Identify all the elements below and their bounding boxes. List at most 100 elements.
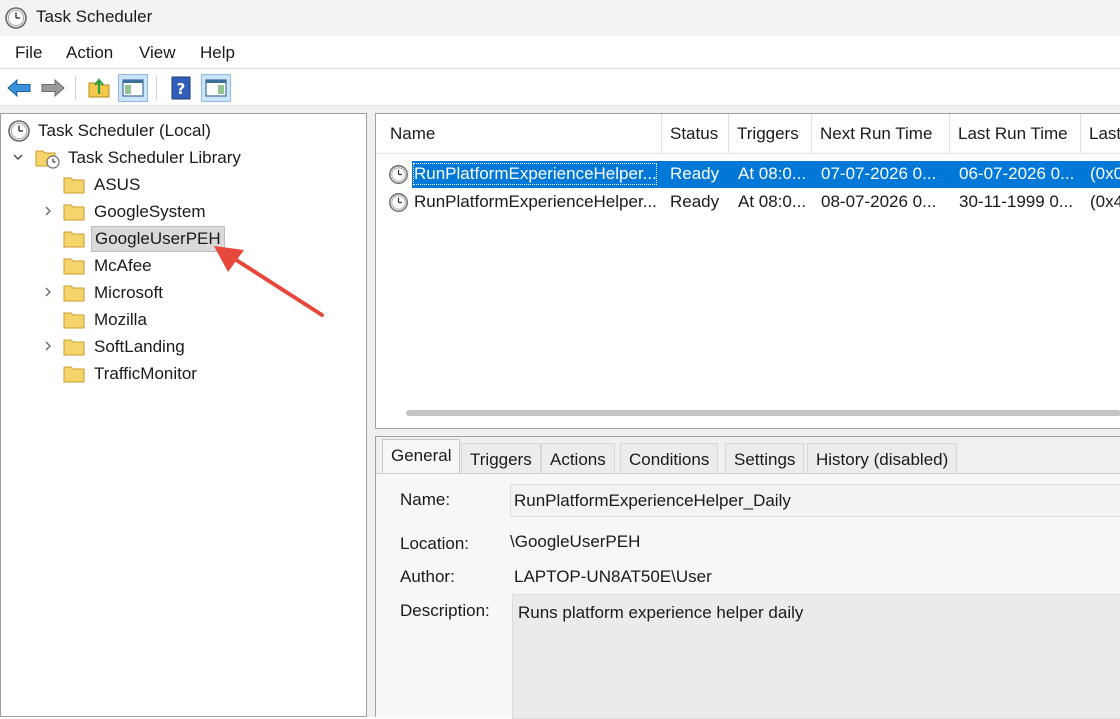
tree-item-library[interactable]: Task Scheduler Library [11, 144, 244, 171]
back-button[interactable] [4, 74, 34, 102]
tab-history[interactable]: History (disabled) [807, 443, 958, 473]
task-name-cell: RunPlatformExperienceHelper... [414, 192, 656, 211]
folder-icon [63, 285, 85, 301]
task-triggers-cell: At 08:0... [738, 164, 807, 183]
task-status-cell: Ready [670, 192, 720, 211]
general-tab-body: Name: RunPlatformExperienceHelper_Daily … [376, 473, 1120, 719]
up-folder-button[interactable] [84, 74, 114, 102]
table-row[interactable]: RunPlatformExperienceHelper... Ready At … [386, 161, 1120, 188]
column-header-next-run-time[interactable]: Next Run Time [812, 114, 950, 154]
tree-folder-mcafee[interactable]: McAfee [41, 252, 155, 279]
task-last-run-cell: 30-11-1999 0... [959, 192, 1074, 211]
column-header-last-result[interactable]: Last [1081, 114, 1120, 154]
clock-icon [5, 7, 27, 29]
task-list-header: Name Status Triggers Next Run Time Last … [376, 114, 1120, 154]
tab-triggers[interactable]: Triggers [461, 443, 541, 473]
menu-help[interactable]: Help [200, 43, 235, 63]
menu-bar: File Action View Help [0, 36, 1120, 69]
toolbar-separator [75, 76, 76, 100]
description-label: Description: [400, 601, 490, 620]
column-header-triggers[interactable]: Triggers [729, 114, 812, 154]
pane-divider[interactable] [375, 429, 1120, 436]
pane-splitter[interactable] [367, 113, 375, 717]
tree-folder-asus[interactable]: ASUS [41, 171, 143, 198]
chevron-down-icon[interactable] [11, 150, 25, 164]
task-last-result-cell: (0x4 [1090, 192, 1120, 211]
task-last-result-cell: (0x0 [1090, 164, 1120, 183]
tree-folder-label: TrafficMonitor [94, 363, 197, 383]
show-console-tree-button[interactable] [118, 74, 148, 102]
column-header-name[interactable]: Name [382, 114, 662, 154]
back-arrow-icon [7, 78, 31, 98]
task-next-run-cell: 08-07-2026 0... [821, 192, 937, 211]
author-value: LAPTOP-UN8AT50E\User [514, 567, 712, 586]
tree-folder-label: SoftLanding [94, 336, 185, 356]
tree-folder-microsoft[interactable]: Microsoft [41, 279, 166, 306]
name-label: Name: [400, 490, 451, 509]
task-list-pane: Name Status Triggers Next Run Time Last … [375, 113, 1120, 429]
clock-icon [8, 119, 30, 142]
tree-folder-googleuserpeh[interactable]: GoogleUserPEH [41, 225, 225, 252]
task-clock-icon [389, 193, 408, 212]
chevron-right-icon[interactable] [41, 285, 55, 299]
folder-icon [63, 231, 85, 247]
task-clock-icon [389, 165, 408, 184]
tree-folder-label: McAfee [94, 255, 152, 275]
tree-item-label: Task Scheduler Library [68, 147, 241, 167]
console-tree-icon [122, 79, 144, 97]
menu-action[interactable]: Action [66, 43, 113, 63]
chevron-right-icon[interactable] [41, 204, 55, 218]
action-pane-icon [205, 79, 227, 97]
tab-conditions[interactable]: Conditions [620, 443, 719, 473]
annotation-arrow-icon [214, 246, 324, 317]
menu-view[interactable]: View [139, 43, 176, 63]
folder-icon [63, 177, 85, 193]
console-tree-pane: Task Scheduler (Local) Task Scheduler Li… [0, 113, 367, 717]
horizontal-scrollbar[interactable] [406, 410, 1120, 416]
show-action-pane-button[interactable] [201, 74, 231, 102]
chevron-right-icon[interactable] [41, 339, 55, 353]
task-triggers-cell: At 08:0... [738, 192, 807, 211]
forward-arrow-icon [41, 78, 65, 98]
author-label: Author: [400, 567, 455, 586]
task-next-run-cell: 07-07-2026 0... [821, 164, 937, 183]
toolbar-separator [156, 76, 157, 100]
forward-button[interactable] [38, 74, 68, 102]
menu-file[interactable]: File [15, 43, 42, 63]
folder-up-icon [88, 78, 110, 98]
help-icon: ? [171, 76, 191, 100]
tree-folder-trafficmonitor[interactable]: TrafficMonitor [41, 360, 200, 387]
folder-icon [63, 312, 85, 328]
title-bar: Task Scheduler [0, 0, 1120, 36]
column-header-status[interactable]: Status [662, 114, 729, 154]
task-last-run-cell: 06-07-2026 0... [959, 164, 1075, 183]
tree-item-root[interactable]: Task Scheduler (Local) [7, 117, 214, 144]
tree-folder-label: GoogleSystem [94, 201, 206, 221]
toolbar: ? [0, 70, 1120, 106]
tree-folder-mozilla[interactable]: Mozilla [41, 306, 150, 333]
help-button[interactable]: ? [166, 74, 196, 102]
table-row[interactable]: RunPlatformExperienceHelper... Ready At … [386, 189, 1120, 216]
location-label: Location: [400, 534, 469, 553]
library-folder-clock-icon [35, 150, 60, 169]
tab-actions[interactable]: Actions [541, 443, 615, 473]
tab-general[interactable]: General [382, 439, 461, 474]
folder-icon [63, 204, 85, 220]
task-status-cell: Ready [670, 164, 720, 183]
folder-icon [63, 258, 85, 274]
description-value: Runs platform experience helper daily [518, 603, 804, 622]
tree-folder-label: ASUS [94, 174, 141, 194]
folder-icon [63, 366, 85, 382]
name-value: RunPlatformExperienceHelper_Daily [514, 491, 791, 510]
location-value: \GoogleUserPEH [510, 532, 641, 551]
tree-folder-label: Mozilla [94, 309, 147, 329]
tree-folder-softlanding[interactable]: SoftLanding [41, 333, 188, 360]
task-details-pane: General Triggers Actions Conditions Sett… [375, 436, 1120, 719]
tree-folder-label: Microsoft [94, 282, 163, 302]
column-header-last-run-time[interactable]: Last Run Time [950, 114, 1081, 154]
tree-item-label: Task Scheduler (Local) [38, 120, 211, 140]
task-name-cell: RunPlatformExperienceHelper... [413, 163, 657, 185]
tree-folder-googlesystem[interactable]: GoogleSystem [41, 198, 209, 225]
window-title: Task Scheduler [36, 7, 153, 26]
tab-settings[interactable]: Settings [725, 443, 805, 473]
